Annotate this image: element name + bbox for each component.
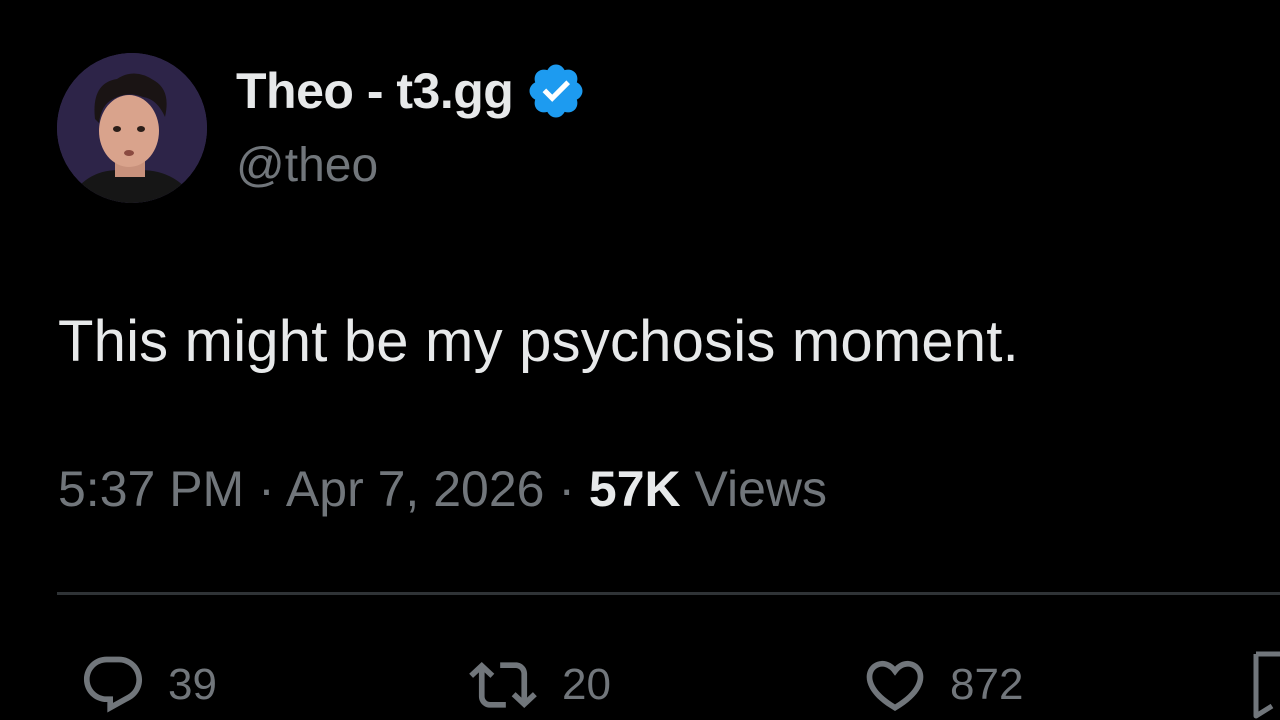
tweet-text: This might be my psychosis moment. <box>58 309 1019 374</box>
bookmark-button[interactable] <box>1252 650 1280 720</box>
tweet-date[interactable]: Apr 7, 2026 <box>286 461 545 517</box>
like-button[interactable]: 872 <box>858 650 1023 720</box>
tweet-time[interactable]: 5:37 PM <box>58 461 244 517</box>
like-count: 872 <box>950 660 1024 709</box>
retweet-button[interactable]: 20 <box>462 650 611 720</box>
verified-badge-icon <box>525 60 587 122</box>
author-display-name[interactable]: Theo - t3.gg <box>236 60 587 122</box>
meta-separator: · <box>558 461 589 517</box>
retweet-count: 20 <box>562 660 611 709</box>
retweet-icon <box>469 661 537 709</box>
divider <box>57 592 1280 595</box>
heart-icon <box>866 660 924 711</box>
views-count: 57K <box>588 461 681 517</box>
reply-button[interactable]: 39 <box>76 650 217 720</box>
author-name-text[interactable]: Theo - t3.gg <box>236 62 514 120</box>
views-label: Views <box>694 461 828 517</box>
avatar[interactable] <box>57 53 207 203</box>
reply-icon <box>83 656 143 713</box>
bookmark-icon <box>1253 651 1280 719</box>
tweet-meta: 5:37 PM · Apr 7, 2026 · 57K Views <box>58 460 827 518</box>
meta-separator: · <box>258 461 286 517</box>
reply-count: 39 <box>168 660 217 709</box>
profile-photo-icon <box>57 53 207 203</box>
author-handle[interactable]: @theo <box>236 138 378 193</box>
